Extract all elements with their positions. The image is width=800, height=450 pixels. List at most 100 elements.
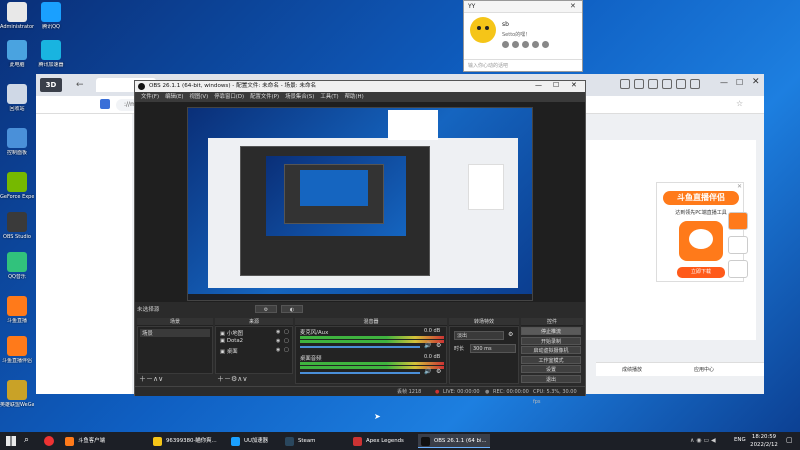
app-icon [7, 40, 27, 60]
chat-username: sb [502, 21, 509, 28]
gear-icon[interactable]: ⚙ [508, 331, 513, 338]
status-item[interactable]: 成绩播放 [622, 363, 642, 377]
app-icon [7, 128, 27, 148]
desktop-icon[interactable]: 腾讯加速器 [34, 40, 68, 68]
desktop-icon[interactable]: 腾讯QQ [34, 2, 68, 30]
menu-item[interactable]: 场景集合(S) [285, 94, 314, 100]
desktop-icon[interactable]: 斗鱼直播伴侣 [0, 336, 34, 364]
gear-icon[interactable]: ⚙ [436, 342, 441, 349]
speaker-icon[interactable]: 🔊 [424, 368, 431, 375]
extension-icon[interactable] [676, 79, 686, 89]
status-item[interactable]: 应用中心 [694, 363, 714, 377]
close-icon[interactable]: ✕ [737, 183, 742, 190]
minimize-icon[interactable]: — [720, 78, 728, 87]
gear-icon[interactable]: ⚙ [436, 368, 441, 375]
duration-input[interactable]: 300 ms [470, 344, 516, 353]
control-button[interactable]: 设置 [521, 365, 581, 373]
taskbar-item[interactable]: Steam [282, 434, 344, 448]
maximize-icon[interactable]: ☐ [553, 81, 559, 89]
desktop-icon[interactable]: 英雄联盟WeGame版 [0, 380, 34, 408]
taskbar-item[interactable]: 96399380-瞄你爽... [150, 434, 222, 448]
obs-preview-area[interactable] [135, 102, 585, 302]
taskbar-item[interactable]: UU加速器 [228, 434, 278, 448]
chat-window[interactable]: YY ✕ sb Setto的嘿！ 输入你心动的话吧 [463, 0, 583, 72]
promo-title: 斗鱼直播伴侣 [663, 191, 739, 205]
volume-meter [300, 362, 444, 365]
desktop-icon[interactable]: 控制面板 [0, 128, 34, 156]
taskbar-item[interactable]: OBS 26.1.1 (64 bi... [418, 434, 490, 448]
visibility-icon[interactable]: ◉ [276, 347, 280, 353]
refresh-side-icon[interactable] [728, 212, 748, 230]
transition-select[interactable]: 淡出 [454, 331, 504, 340]
close-icon[interactable]: ✕ [571, 81, 577, 89]
menu-item[interactable]: 视图(V) [190, 94, 209, 100]
search-icon[interactable]: ⌕ [24, 435, 29, 445]
extension-icon[interactable] [648, 79, 658, 89]
app-icon [7, 172, 27, 192]
remove-icon[interactable]: － [224, 375, 231, 383]
maximize-icon[interactable]: ☐ [736, 78, 743, 87]
extension-icon[interactable] [662, 79, 672, 89]
source-item[interactable]: ▣ 桌面 [220, 347, 238, 355]
desktop-icon[interactable]: Administrator [0, 2, 34, 30]
control-button[interactable]: 工作室模式 [521, 355, 581, 364]
back-icon[interactable]: ← [76, 80, 84, 90]
chrome-icon[interactable] [44, 436, 54, 446]
desktop-icon[interactable]: 回收站 [0, 84, 34, 112]
settings-side-icon[interactable] [728, 260, 748, 278]
volume-slider[interactable] [300, 372, 420, 374]
add-icon[interactable]: ＋ [217, 375, 224, 383]
desktop-icon[interactable]: 此电脑 [0, 40, 34, 68]
chat-input[interactable]: 输入你心动的话吧 [464, 59, 582, 71]
obs-window[interactable]: OBS 26.1.1 (64-bit, windows) - 配置文件: 未命名… [134, 80, 586, 405]
home-icon[interactable] [100, 99, 110, 109]
scene-item[interactable]: 场景 [140, 329, 210, 337]
add-icon[interactable]: ＋ [139, 375, 146, 383]
close-icon[interactable]: ✕ [752, 77, 760, 87]
close-icon[interactable]: ✕ [570, 2, 576, 10]
control-button[interactable]: 启动虚拟摄像机 [521, 346, 581, 354]
extension-icon[interactable] [634, 79, 644, 89]
menu-item[interactable]: 配置文件(P) [250, 94, 279, 100]
download-button[interactable]: 立即下载 [677, 267, 725, 278]
volume-slider[interactable] [300, 346, 420, 348]
desktop-icon[interactable]: OBS Studio [0, 212, 34, 240]
taskbar-clock[interactable]: 18:20:59 2022/2/12 [744, 433, 784, 449]
remove-icon[interactable]: － [146, 375, 153, 383]
down-icon[interactable]: ∨ [242, 375, 247, 383]
desktop-icon[interactable]: QQ音乐 [0, 252, 34, 280]
control-button[interactable]: 退出 [521, 374, 581, 383]
desktop-icon[interactable]: GeForce Experience [0, 172, 34, 200]
source-properties-button[interactable]: ⚙ [255, 305, 277, 313]
home-side-icon[interactable] [728, 236, 748, 254]
menu-item[interactable]: 帮助(H) [345, 94, 364, 100]
down-icon[interactable]: ∨ [158, 375, 163, 383]
lock-icon[interactable]: ▢ [284, 338, 289, 344]
menu-item[interactable]: 停靠窗口(D) [214, 94, 244, 100]
windows-start-icon[interactable] [6, 436, 16, 446]
visibility-icon[interactable]: ◉ [276, 329, 280, 335]
desktop-icon[interactable]: 斗鱼直播 [0, 296, 34, 324]
control-button[interactable]: 开始录制 [521, 336, 581, 345]
source-item[interactable]: ▣ 小地图 [220, 329, 243, 337]
menu-item[interactable]: 文件(F) [141, 94, 159, 100]
menu-item[interactable]: 编辑(E) [165, 94, 183, 100]
favorite-icon[interactable]: ☆ [736, 99, 743, 108]
menu-item[interactable]: 工具(T) [320, 94, 338, 100]
lock-icon[interactable]: ▢ [284, 329, 289, 335]
taskbar-item[interactable]: Apex Legends [350, 434, 414, 448]
speaker-icon[interactable]: 🔊 [424, 342, 431, 349]
source-filters-button[interactable]: ◐ [281, 305, 303, 313]
extension-icon[interactable] [620, 79, 630, 89]
taskbar-item[interactable]: 斗鱼客户端 [62, 434, 144, 448]
visibility-icon[interactable]: ◉ [276, 338, 280, 344]
control-button[interactable]: 停止推流 [521, 327, 581, 335]
avatar[interactable] [470, 17, 496, 43]
desktop-icon-label: GeForce Experience [0, 194, 34, 200]
notification-icon[interactable]: ▢ [786, 436, 793, 444]
lock-icon[interactable]: ▢ [284, 347, 289, 353]
source-item[interactable]: ▣ Dota2 [220, 338, 243, 344]
minimize-icon[interactable]: — [535, 81, 542, 89]
extension-icon[interactable] [690, 79, 700, 89]
taskbar-item-label: OBS 26.1.1 (64 bi... [434, 438, 487, 444]
